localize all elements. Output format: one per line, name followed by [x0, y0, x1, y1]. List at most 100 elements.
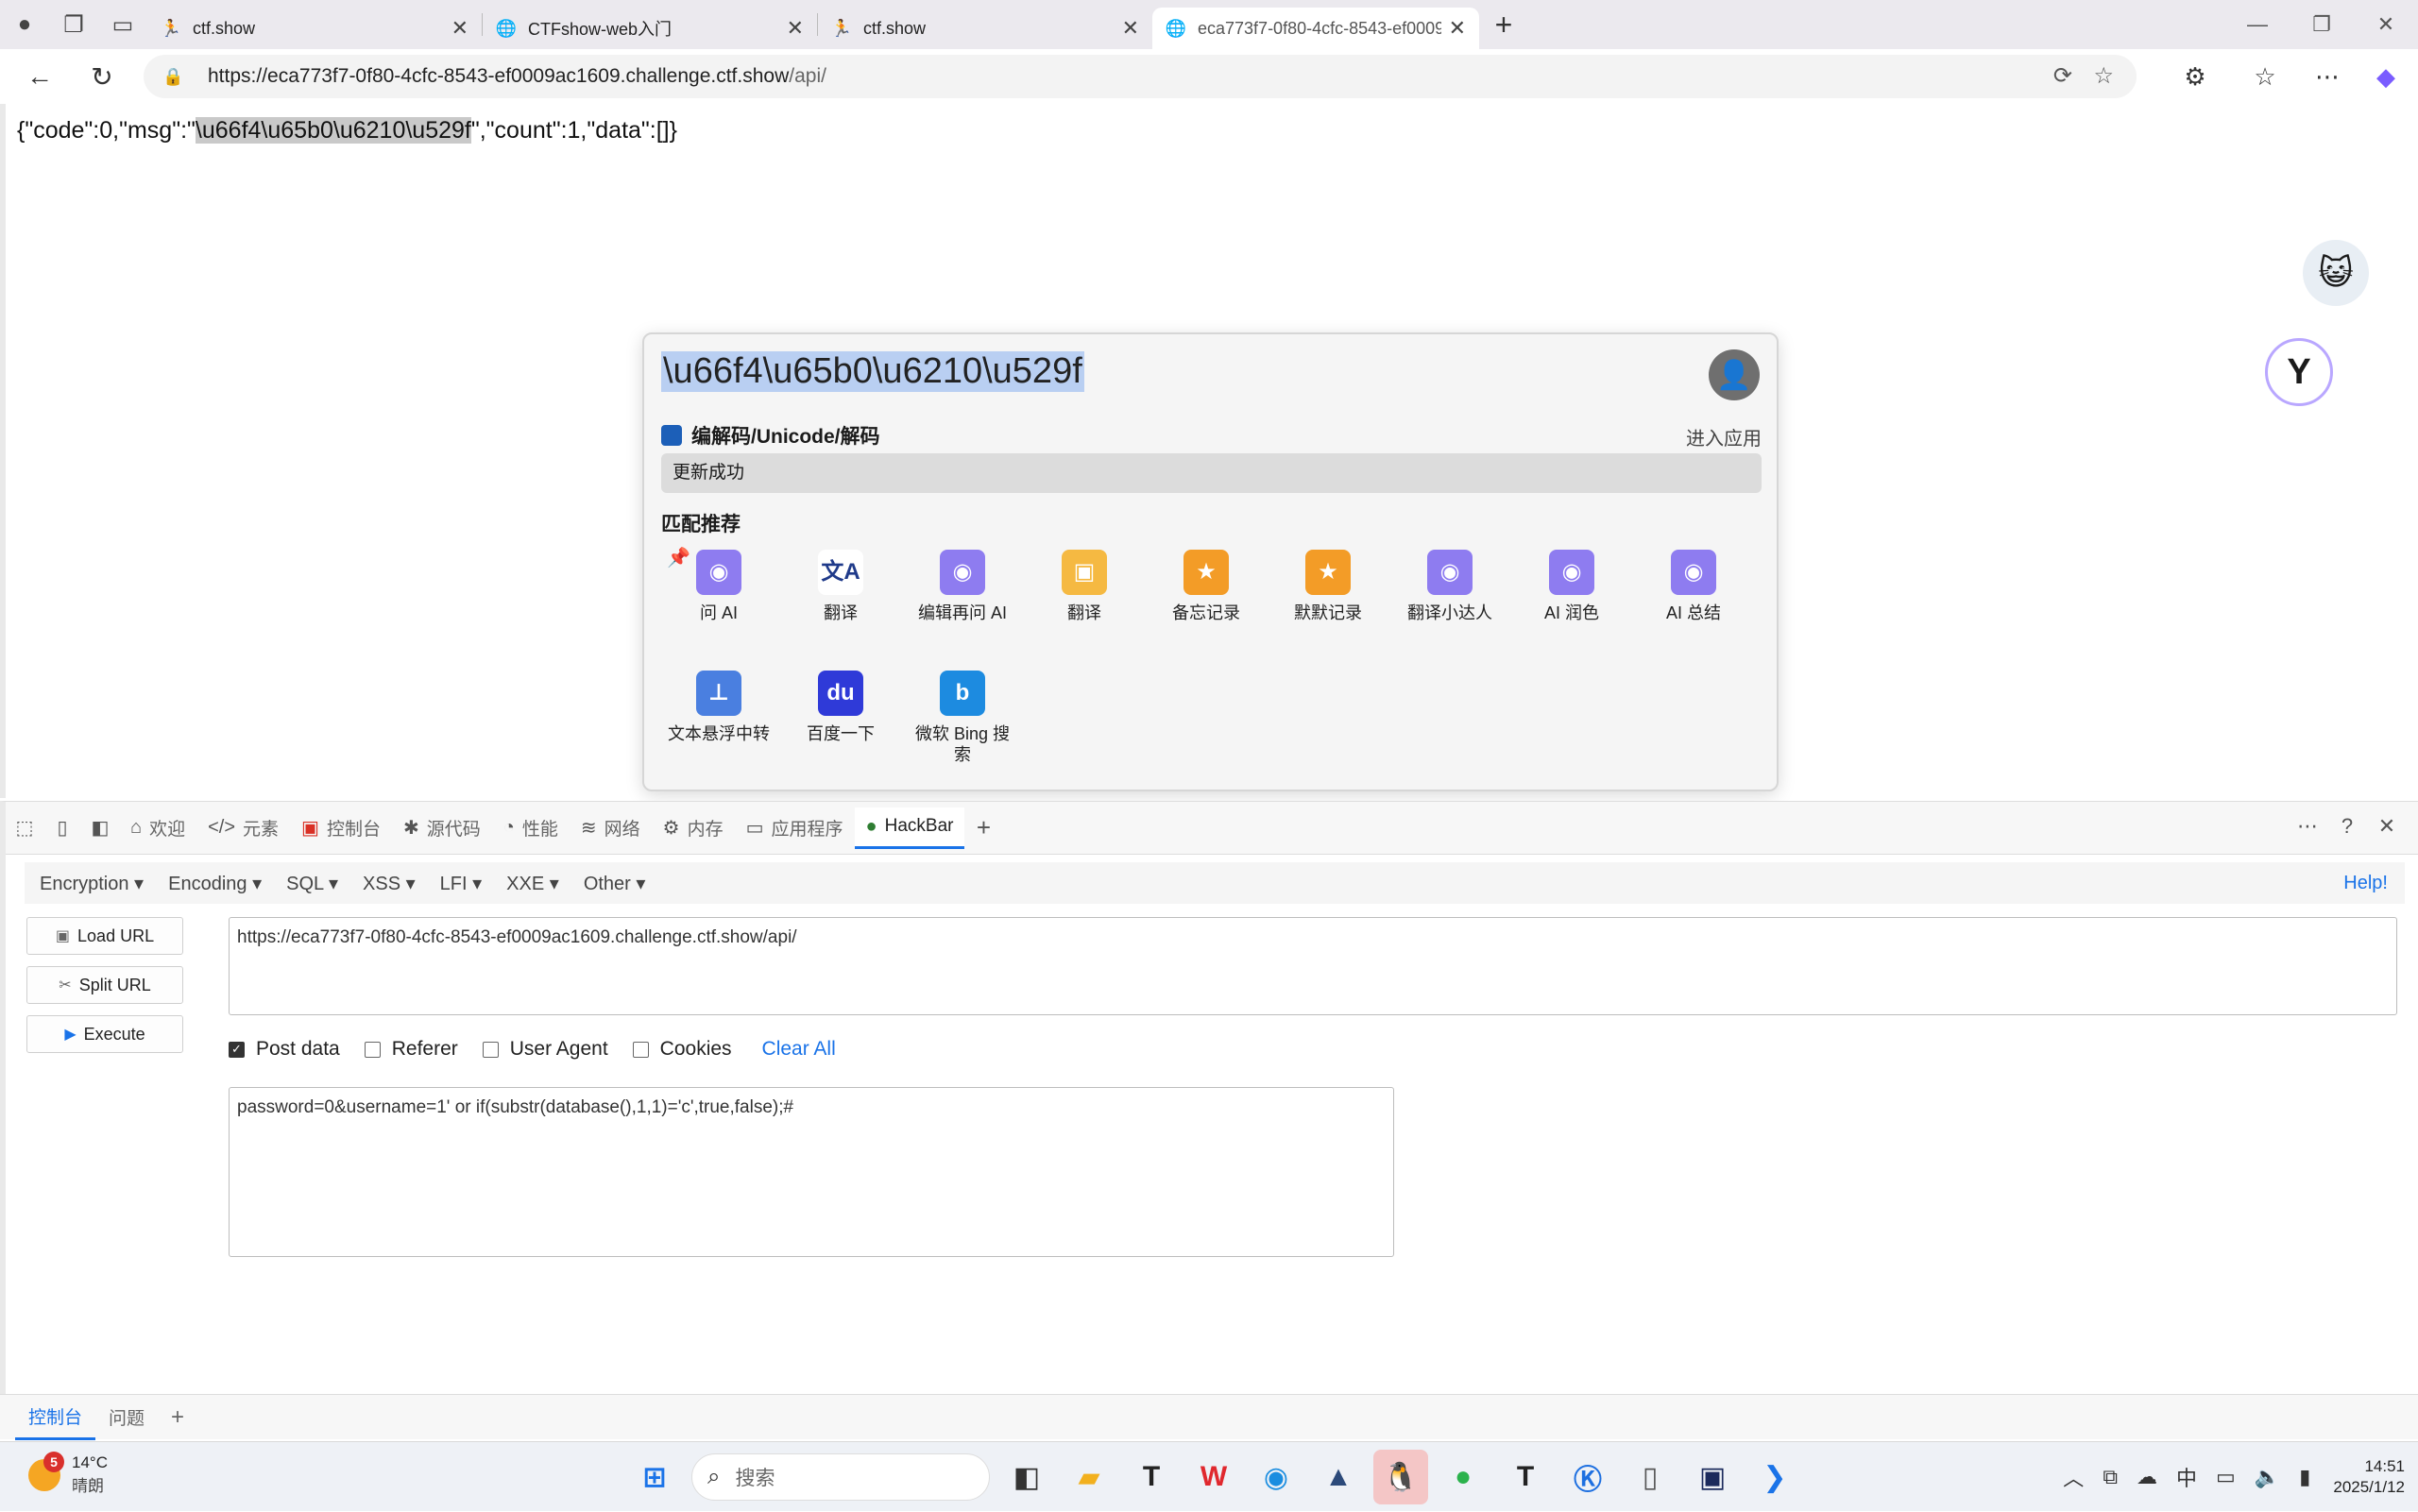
tab-performance[interactable]: ◔ 性能	[492, 807, 570, 849]
menu-lfi[interactable]: LFI ▾	[440, 872, 483, 895]
help-link[interactable]: Help!	[2343, 873, 2388, 894]
reading-view-icon[interactable]: ⟳	[2053, 62, 2072, 90]
ime-indicator[interactable]: 中	[2176, 1462, 2197, 1492]
copilot-icon[interactable]: ◆	[2361, 55, 2410, 98]
menu-other[interactable]: Other ▾	[584, 872, 646, 895]
vscode-icon[interactable]: ❯	[1747, 1450, 1802, 1504]
dock-icon[interactable]: ◧	[81, 807, 119, 849]
browser-tab-active[interactable]: 🌐 eca773f7-0f80-4cfc-8543-ef0009a ✕	[1152, 8, 1479, 49]
browser-tab[interactable]: 🏃 ctf.show ✕	[818, 8, 1152, 49]
clock[interactable]: 14:51 2025/1/12	[2333, 1456, 2405, 1498]
app-star-note-tile[interactable]: ★ 备忘记录	[1150, 550, 1262, 623]
app-robot-tile[interactable]: ◉ 问 AI	[663, 550, 775, 623]
tab-elements[interactable]: </> 元素	[196, 807, 290, 849]
taskbar-search[interactable]: ⌕ 搜索	[691, 1453, 990, 1501]
file-explorer-icon[interactable]: ▰	[1062, 1450, 1116, 1504]
translate-assistant-icon[interactable]: Y	[2265, 338, 2333, 406]
referer-option[interactable]: Referer	[364, 1038, 458, 1061]
task-view-icon[interactable]: ◧	[999, 1450, 1054, 1504]
app-baidu-tile[interactable]: du 百度一下	[785, 671, 896, 744]
minimize-icon[interactable]: —	[2225, 0, 2290, 49]
network-tray-icon[interactable]: ⧉	[2103, 1465, 2118, 1489]
cat-assistant-icon[interactable]: 😺	[2303, 240, 2369, 306]
refresh-icon[interactable]: ↻	[74, 49, 130, 104]
app-star-note-tile[interactable]: ★ 默默记录	[1272, 550, 1384, 623]
menu-encoding[interactable]: Encoding ▾	[168, 872, 262, 895]
address-bar[interactable]: 🔒 https://eca773f7-0f80-4cfc-8543-ef0009…	[144, 55, 2137, 98]
split-url-button[interactable]: ✂ Split URL	[26, 966, 183, 1004]
qq-icon[interactable]: 🐧	[1373, 1450, 1428, 1504]
referer-checkbox[interactable]	[364, 1041, 381, 1058]
clear-all-link[interactable]: Clear All	[762, 1038, 836, 1061]
chevron-up-icon[interactable]: ︿	[2063, 1462, 2084, 1492]
vertical-tabs-icon[interactable]: ▭	[98, 0, 147, 49]
drawer-tab-issues[interactable]: 问题	[95, 1395, 158, 1440]
cloud-icon[interactable]: ☁	[2137, 1465, 2157, 1489]
inspect-icon[interactable]: ⬚	[6, 807, 43, 849]
tab-memory[interactable]: ⚙ 内存	[652, 807, 735, 849]
app-pin-tile[interactable]: ⊥ 文本悬浮中转	[663, 671, 775, 744]
wps-icon[interactable]: W	[1186, 1450, 1241, 1504]
tab-hackbar[interactable]: ● HackBar	[854, 807, 965, 849]
restore-icon[interactable]: ❐	[2290, 0, 2354, 49]
tab-sources[interactable]: ✱ 源代码	[392, 807, 492, 849]
execute-button[interactable]: ▶ Execute	[26, 1015, 183, 1053]
favorite-star-icon[interactable]: ☆	[2093, 62, 2114, 90]
typora-icon[interactable]: T	[1498, 1450, 1553, 1504]
add-tab-icon[interactable]: +	[964, 807, 1002, 849]
help-icon[interactable]: ?	[2327, 806, 2367, 847]
k-app-icon[interactable]: Ⓚ	[1560, 1450, 1615, 1504]
device-emulation-icon[interactable]: ▯	[43, 807, 81, 849]
close-icon[interactable]: ✕	[1449, 16, 1466, 41]
enter-app-link[interactable]: 进入应用	[1686, 423, 1762, 450]
security-app-icon[interactable]: ▣	[1685, 1450, 1740, 1504]
app-bing-tile[interactable]: b 微软 Bing 搜索	[907, 671, 1018, 765]
browser-tab[interactable]: 🌐 CTFshow-web入门 ✕	[483, 8, 817, 49]
url-textarea[interactable]: https://eca773f7-0f80-4cfc-8543-ef0009ac…	[229, 917, 2397, 1015]
volume-icon[interactable]: 🔈	[2255, 1465, 2280, 1489]
display-icon[interactable]: ▭	[2216, 1465, 2236, 1489]
lock-icon[interactable]: 🔒	[162, 67, 191, 87]
app-doc-translate-tile[interactable]: ▣ 翻译	[1029, 550, 1140, 623]
favorites-icon[interactable]: ☆	[2240, 55, 2290, 98]
new-tab-button[interactable]: +	[1479, 0, 1528, 49]
close-devtools-icon[interactable]: ✕	[2367, 806, 2407, 847]
windows-start-icon[interactable]: ⊞	[627, 1450, 682, 1504]
menu-encryption[interactable]: Encryption ▾	[40, 872, 144, 895]
typora-icon[interactable]: T	[1124, 1450, 1179, 1504]
tab-network[interactable]: ≋ 网络	[570, 807, 652, 849]
wechat-icon[interactable]: ●	[1436, 1450, 1490, 1504]
post-data-textarea[interactable]: password=0&username=1' or if(substr(data…	[229, 1087, 1394, 1257]
more-menu-icon[interactable]: ⋯	[2303, 55, 2352, 98]
tab-console[interactable]: ▣ 控制台	[290, 807, 392, 849]
browser-tab[interactable]: 🏃 ctf.show ✕	[147, 8, 482, 49]
app-robot-tile[interactable]: ◉ 编辑再问 AI	[907, 550, 1018, 623]
cookies-checkbox[interactable]	[632, 1041, 649, 1058]
avatar[interactable]: 👤	[1709, 349, 1760, 400]
drawer-tab-console[interactable]: 控制台	[15, 1395, 96, 1440]
app-robot-tile[interactable]: ◉ 翻译小达人	[1394, 550, 1506, 623]
profile-icon[interactable]: ●	[0, 0, 49, 49]
menu-xxe[interactable]: XXE ▾	[506, 872, 559, 895]
cookies-option[interactable]: Cookies	[632, 1038, 732, 1061]
close-icon[interactable]: ✕	[1122, 16, 1139, 41]
load-url-button[interactable]: ▣ Load URL	[26, 917, 183, 955]
selected-unicode-text[interactable]: \u66f4\u65b0\u6210\u529f	[195, 117, 471, 144]
back-icon[interactable]: ←	[11, 49, 68, 104]
phone-icon[interactable]: ▯	[1623, 1450, 1677, 1504]
app-robot-tile[interactable]: ◉ AI 总结	[1638, 550, 1749, 623]
more-options-icon[interactable]: ⋯	[2288, 806, 2327, 847]
app-icon[interactable]: ▲	[1311, 1450, 1366, 1504]
close-icon[interactable]: ✕	[451, 16, 468, 41]
post-data-option[interactable]: ✓ Post data	[229, 1038, 340, 1061]
close-window-icon[interactable]: ✕	[2354, 0, 2418, 49]
app-robot-tile[interactable]: ◉ AI 润色	[1516, 550, 1627, 623]
edge-icon[interactable]: ◉	[1249, 1450, 1303, 1504]
menu-xss[interactable]: XSS ▾	[363, 872, 416, 895]
post-data-checkbox[interactable]: ✓	[229, 1041, 245, 1058]
tab-application[interactable]: ▭ 应用程序	[735, 807, 855, 849]
extensions-icon[interactable]: ⚙	[2171, 55, 2220, 98]
drawer-add-icon[interactable]: +	[158, 1395, 197, 1440]
weather-widget[interactable]: 5 14°C 晴朗	[28, 1451, 108, 1496]
user-agent-option[interactable]: User Agent	[482, 1038, 608, 1061]
